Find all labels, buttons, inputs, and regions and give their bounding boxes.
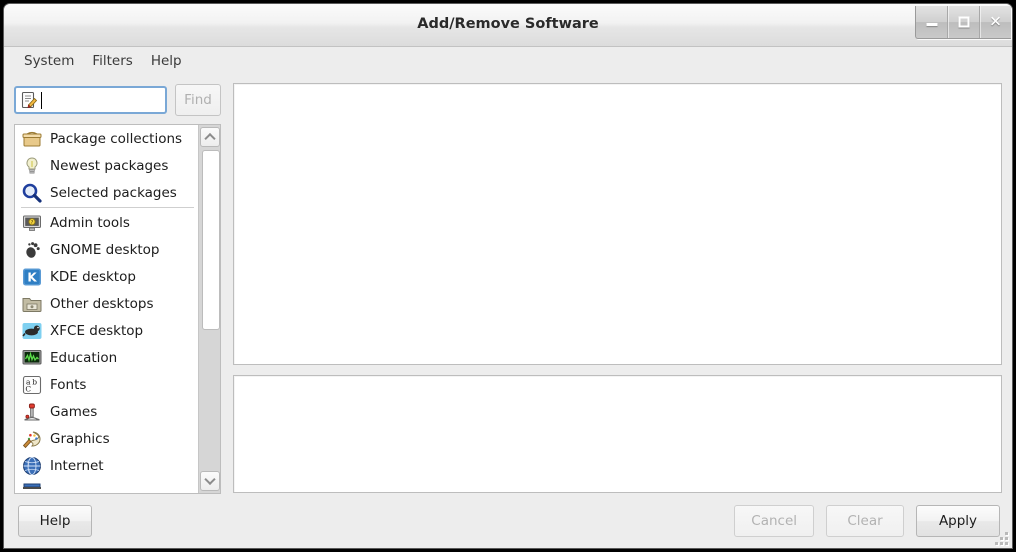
globe-icon <box>21 455 43 477</box>
footer-actions: Cancel Clear Apply <box>734 505 1000 537</box>
category-label: XFCE desktop <box>50 322 144 339</box>
list-separator <box>21 207 194 208</box>
education-monitor-icon <box>21 347 43 369</box>
gnome-foot-icon <box>21 239 43 261</box>
category-scrollbar[interactable] <box>198 125 220 493</box>
edit-find-icon <box>20 91 38 109</box>
search-input[interactable] <box>14 86 167 114</box>
menu-filters[interactable]: Filters <box>83 50 141 72</box>
cancel-button[interactable]: Cancel <box>734 505 814 537</box>
window-controls: ✕ <box>915 6 1011 39</box>
category-label: Internet <box>50 457 104 474</box>
scrollbar-thumb[interactable] <box>201 150 220 331</box>
title-bar[interactable]: Add/Remove Software ✕ <box>4 4 1012 47</box>
category-item-admin-tools[interactable]: ? Admin tools <box>15 209 198 236</box>
category-label: Education <box>50 349 118 366</box>
joystick-icon <box>21 401 43 423</box>
svg-text:C: C <box>25 384 31 393</box>
partial-item-icon <box>21 482 43 494</box>
apply-button[interactable]: Apply <box>916 505 1000 537</box>
svg-text:b: b <box>32 377 37 386</box>
resize-grip[interactable] <box>994 531 1008 545</box>
minimize-button[interactable] <box>916 6 947 38</box>
category-item-xfce-desktop[interactable]: XFCE desktop <box>15 317 198 344</box>
category-item-internet[interactable]: Internet <box>15 452 198 479</box>
help-button[interactable]: Help <box>18 505 92 537</box>
text-caret <box>41 91 42 109</box>
chevron-down-icon[interactable] <box>199 471 220 491</box>
category-label: Package collections <box>50 130 183 147</box>
lightbulb-icon <box>21 155 43 177</box>
window-title: Add/Remove Software <box>417 16 599 32</box>
application-window: Add/Remove Software ✕ System Filters Hel… <box>4 4 1012 548</box>
svg-text:K: K <box>27 270 37 284</box>
category-item-fonts[interactable]: a b C Fonts <box>15 371 198 398</box>
category-label: GNOME desktop <box>50 241 160 258</box>
package-box-icon <box>21 128 43 150</box>
maximize-icon <box>958 16 969 28</box>
menu-help[interactable]: Help <box>142 50 191 72</box>
category-item-other-desktops[interactable]: Other desktops <box>15 290 198 317</box>
category-label: Newest packages <box>50 157 169 174</box>
category-item-gnome-desktop[interactable]: GNOME desktop <box>15 236 198 263</box>
category-label: Selected packages <box>50 184 177 201</box>
category-item-education[interactable]: Education <box>15 344 198 371</box>
category-item-newest-packages[interactable]: Newest packages <box>15 152 198 179</box>
category-list-items: Package collections Newest packages Sele… <box>15 125 198 493</box>
xfce-mouse-icon <box>21 320 43 342</box>
admin-monitor-icon: ? <box>21 212 43 234</box>
right-panel <box>233 83 1002 494</box>
close-icon: ✕ <box>989 12 1002 31</box>
category-item-graphics[interactable]: Graphics <box>15 425 198 452</box>
category-label: Admin tools <box>50 214 130 231</box>
clear-button[interactable]: Clear <box>826 505 904 537</box>
maximize-button[interactable] <box>947 6 979 38</box>
minimize-icon <box>926 18 937 26</box>
folder-icon <box>21 293 43 315</box>
footer-bar: Help Cancel Clear Apply <box>4 494 1012 548</box>
category-label: Fonts <box>50 376 87 393</box>
category-label: KDE desktop <box>50 268 136 285</box>
kde-gear-icon: K <box>21 266 43 288</box>
left-panel: Find Package collections Newest packages… <box>14 83 221 494</box>
main-content: Find Package collections Newest packages… <box>4 75 1012 494</box>
category-label: Other desktops <box>50 295 154 312</box>
fonts-abc-icon: a b C <box>21 374 43 396</box>
category-item-partial[interactable] <box>15 479 198 493</box>
find-button[interactable]: Find <box>175 84 221 116</box>
scrollbar-track[interactable] <box>201 150 220 468</box>
palette-icon <box>21 428 43 450</box>
category-list: Package collections Newest packages Sele… <box>14 124 221 494</box>
category-item-kde-desktop[interactable]: K KDE desktop <box>15 263 198 290</box>
category-label: Games <box>50 403 98 420</box>
chevron-up-icon[interactable] <box>199 127 220 147</box>
svg-text:?: ? <box>31 220 34 226</box>
menu-bar: System Filters Help <box>4 47 1012 75</box>
close-button[interactable]: ✕ <box>979 6 1011 38</box>
magnifier-icon <box>21 182 43 204</box>
search-row: Find <box>14 83 221 117</box>
package-list-pane[interactable] <box>233 83 1002 365</box>
category-label: Graphics <box>50 430 110 447</box>
package-description-pane[interactable] <box>233 375 1002 493</box>
category-item-package-collections[interactable]: Package collections <box>15 125 198 152</box>
category-item-selected-packages[interactable]: Selected packages <box>15 179 198 206</box>
menu-system[interactable]: System <box>15 50 83 72</box>
category-item-games[interactable]: Games <box>15 398 198 425</box>
